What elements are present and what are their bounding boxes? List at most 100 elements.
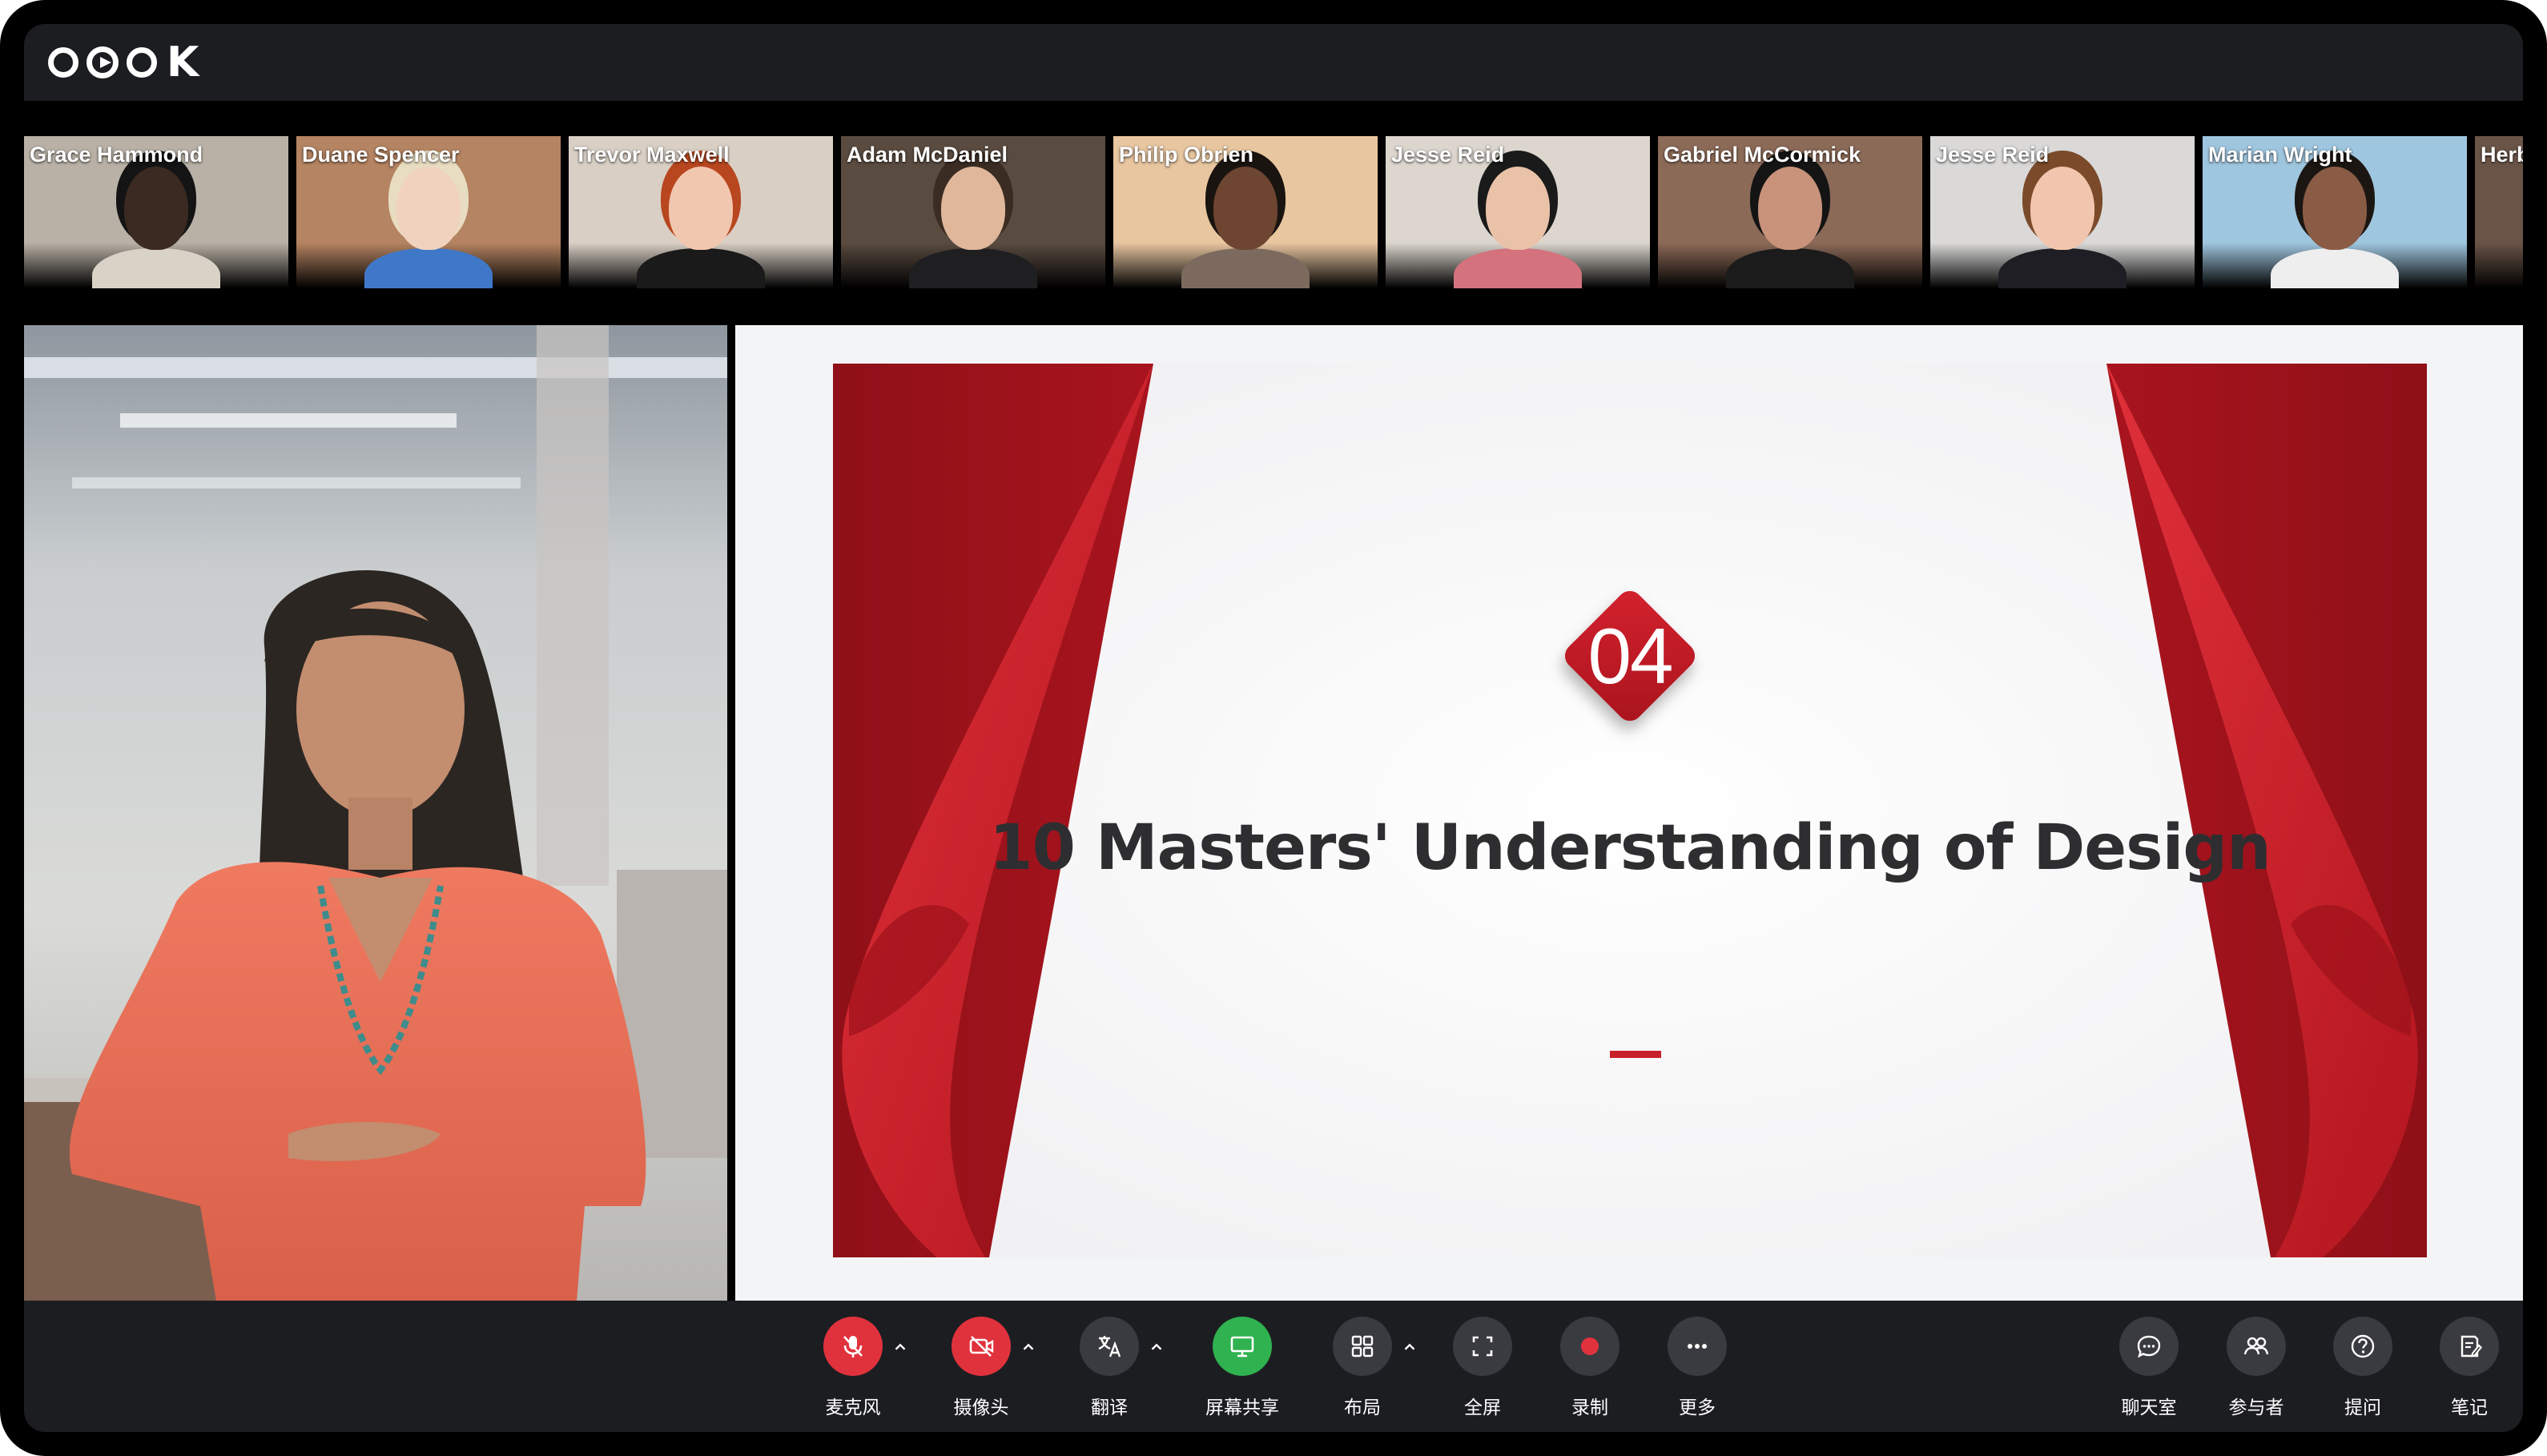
questions-control[interactable]: 提问 (2303, 1317, 2423, 1421)
meeting-window: K Grace Hammond Duane Spencer Trevor Maxwe… (0, 0, 2547, 1456)
participant-avatar-face (124, 167, 188, 250)
participant-tile[interactable]: Marian Wright (2203, 136, 2467, 288)
fullscreen-control[interactable]: 全屏 (1422, 1317, 1543, 1421)
participant-name: Trevor Maxwell (574, 143, 730, 167)
participants-button[interactable] (2227, 1317, 2286, 1376)
participant-avatar-body (1181, 248, 1310, 288)
camera-label: 摄像头 (953, 1398, 1009, 1418)
participant-name: Herb (2481, 143, 2523, 167)
screen-share-button[interactable] (1213, 1317, 1272, 1376)
participant-name: Jesse Reid (1936, 143, 2050, 167)
participants-control[interactable]: 参与者 (2196, 1317, 2316, 1421)
mic-label: 麦克风 (825, 1398, 881, 1418)
participant-avatar-face (941, 167, 1005, 250)
chevron-up-icon[interactable] (1019, 1337, 1038, 1357)
camera-button[interactable] (952, 1317, 1011, 1376)
slide-number-badge: 04 (1558, 584, 1702, 728)
participant-tile[interactable]: Gabriel McCormick (1658, 136, 1922, 288)
speaker-video-image (24, 325, 727, 1301)
speaker-video[interactable] (24, 325, 727, 1301)
participant-tile[interactable]: Grace Hammond (24, 136, 288, 288)
more-button[interactable] (1668, 1317, 1727, 1376)
logo-k-glyph: K (167, 38, 199, 86)
translate-control[interactable]: 翻译 (1049, 1317, 1169, 1421)
app-logo: K (48, 42, 199, 83)
camera-control[interactable]: 摄像头 (921, 1317, 1041, 1421)
participant-name: Duane Spencer (302, 143, 460, 167)
participant-avatar-face (669, 167, 733, 250)
participant-tile[interactable]: Jesse Reid (1386, 136, 1650, 288)
participant-avatar-face (396, 167, 461, 250)
slide-number: 04 (1587, 612, 1673, 700)
fullscreen-label: 全屏 (1464, 1398, 1501, 1418)
participants-icon (2240, 1330, 2272, 1362)
control-bar: 麦克风 摄像头 翻译 屏幕共享 布局 全屏 录制 更多 聊天室 参与者 提问 笔记 (24, 1301, 2523, 1432)
participant-name: Jesse Reid (1391, 143, 1505, 167)
participant-tile[interactable]: Herb (2475, 136, 2523, 288)
participants-label: 参与者 (2228, 1398, 2284, 1418)
participant-avatar-body (1998, 248, 2127, 288)
layout-button[interactable] (1333, 1317, 1392, 1376)
more-icon (1681, 1330, 1713, 1362)
participant-avatar-body (1726, 248, 1854, 288)
logo-ring-2 (127, 47, 157, 78)
camera-off-icon (965, 1330, 997, 1362)
translate-button[interactable] (1080, 1317, 1139, 1376)
chat-icon (2133, 1330, 2165, 1362)
participant-avatar-body (2271, 248, 2399, 288)
participant-tile[interactable]: Trevor Maxwell (569, 136, 833, 288)
participant-avatar-body (637, 248, 765, 288)
mic-control[interactable]: 麦克风 (793, 1317, 913, 1421)
participant-avatar-face (1213, 167, 1278, 250)
translate-icon (1093, 1330, 1125, 1362)
slide-curtains (833, 364, 2427, 1257)
participant-avatar-face (1486, 167, 1550, 250)
chevron-up-icon[interactable] (891, 1337, 910, 1357)
logo-ring-1 (48, 47, 78, 78)
chat-control[interactable]: 聊天室 (2089, 1317, 2209, 1421)
notes-button[interactable] (2440, 1317, 2499, 1376)
layout-label: 布局 (1344, 1398, 1381, 1418)
participant-name: Adam McDaniel (847, 143, 1008, 167)
translate-label: 翻译 (1091, 1398, 1128, 1418)
participant-tile[interactable]: Adam McDaniel (841, 136, 1105, 288)
more-label: 更多 (1679, 1398, 1716, 1418)
chevron-up-icon[interactable] (1400, 1337, 1419, 1357)
record-button[interactable] (1560, 1317, 1620, 1376)
participant-avatar-body (364, 248, 493, 288)
participant-strip[interactable]: Grace Hammond Duane Spencer Trevor Maxwell… (24, 136, 2523, 290)
notes-control[interactable]: 笔记 (2409, 1317, 2529, 1421)
mic-button[interactable] (823, 1317, 883, 1376)
question-icon (2347, 1330, 2379, 1362)
screen-share-control[interactable]: 屏幕共享 (1182, 1317, 1302, 1421)
more-control[interactable]: 更多 (1637, 1317, 1757, 1421)
record-icon (1574, 1330, 1606, 1362)
participant-name: Grace Hammond (30, 143, 203, 167)
questions-label: 提问 (2344, 1398, 2381, 1418)
chat-label: 聊天室 (2121, 1398, 2177, 1418)
top-bar: K (24, 24, 2523, 101)
screen-share-label: 屏幕共享 (1205, 1398, 1279, 1418)
record-control[interactable]: 录制 (1530, 1317, 1650, 1421)
participant-tile[interactable]: Jesse Reid (1930, 136, 2195, 288)
layout-control[interactable]: 布局 (1302, 1317, 1422, 1421)
participant-name: Marian Wright (2208, 143, 2352, 167)
slide-accent-dash (1610, 1051, 1661, 1058)
slide-title: 10 Masters' Understanding of Design (989, 812, 2271, 884)
chevron-up-icon[interactable] (1147, 1337, 1166, 1357)
presentation-slide: 04 10 Masters' Understanding of Design (833, 364, 2427, 1257)
shared-screen: 04 10 Masters' Understanding of Design (735, 325, 2523, 1301)
questions-button[interactable] (2333, 1317, 2392, 1376)
participant-avatar-face (2303, 167, 2367, 250)
participant-avatar-face (1758, 167, 1822, 250)
participant-avatar-body (1454, 248, 1582, 288)
notes-label: 笔记 (2451, 1398, 2488, 1418)
logo-play-icon (87, 46, 119, 78)
chat-button[interactable] (2119, 1317, 2179, 1376)
record-label: 录制 (1571, 1398, 1608, 1418)
participant-avatar-face (2030, 167, 2094, 250)
fullscreen-button[interactable] (1453, 1317, 1512, 1376)
mic-off-icon (837, 1330, 869, 1362)
participant-tile[interactable]: Philip Obrien (1113, 136, 1378, 288)
participant-tile[interactable]: Duane Spencer (296, 136, 561, 288)
